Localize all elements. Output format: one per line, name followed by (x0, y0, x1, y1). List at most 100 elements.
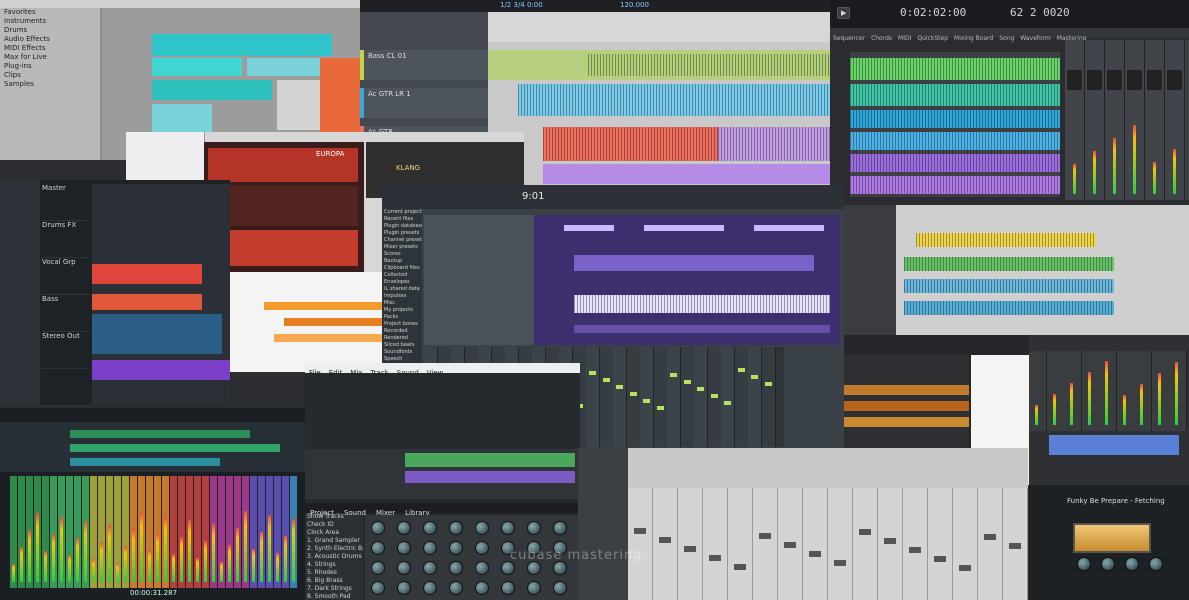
logic-channel-strip[interactable] (803, 488, 828, 600)
channel-knob[interactable] (475, 561, 489, 575)
logic-tab[interactable]: QuickStep (917, 34, 948, 43)
cubase-channel[interactable] (90, 476, 98, 588)
fl-browser-item[interactable]: Plugin presets (382, 230, 422, 237)
cubase-mixer-strips[interactable] (10, 476, 305, 588)
reaper-track-strip[interactable] (1029, 351, 1047, 431)
track-header[interactable]: Ac GTR LR 1 (360, 88, 488, 118)
channel-knob[interactable] (423, 561, 437, 575)
cubase-channel[interactable] (146, 476, 154, 588)
fl-mixer-insert[interactable] (613, 347, 627, 447)
channel-knob[interactable] (397, 541, 411, 555)
cubase-channel[interactable] (18, 476, 26, 588)
menu-item[interactable]: Mix (350, 369, 362, 378)
menu-item[interactable]: Edit (329, 369, 343, 378)
logic-channel-strip[interactable] (878, 488, 903, 600)
menu-item[interactable]: File (309, 369, 321, 378)
cubase-track[interactable]: Vocal Grp (42, 258, 90, 295)
fl-mixer-insert[interactable] (707, 347, 722, 447)
fl-browser-item[interactable]: Backup (382, 258, 422, 265)
cubase-channel[interactable] (122, 476, 130, 588)
channel-knob[interactable] (371, 521, 385, 535)
reaper-track-strip[interactable] (1134, 351, 1152, 431)
mixcraft-track[interactable]: 4. Strings (305, 561, 363, 569)
cubase-channel[interactable] (34, 476, 42, 588)
browser-item[interactable]: MIDI Effects (0, 44, 100, 53)
cubase-channel[interactable] (58, 476, 66, 588)
reaper-track-strip[interactable] (1046, 351, 1065, 431)
fl-browser-item[interactable]: Rendered (382, 335, 422, 342)
browser-item[interactable]: Max for Live (0, 53, 100, 62)
cubase-channel[interactable] (98, 476, 106, 588)
fl-browser-item[interactable]: Misc (382, 300, 422, 307)
mixcraft-track[interactable]: Clock Area (305, 529, 363, 537)
cubase-channel[interactable] (258, 476, 266, 588)
fader-handle[interactable] (697, 387, 704, 391)
logic-channel-strip[interactable] (903, 488, 928, 600)
fader-handle[interactable] (710, 394, 718, 398)
fader-handle[interactable] (656, 406, 664, 410)
logic-channel-strip[interactable] (728, 488, 753, 600)
fl-browser-item[interactable]: Mixer presets (382, 244, 422, 251)
cubase-channel[interactable] (66, 476, 74, 588)
reaper-track-strip[interactable] (1116, 351, 1135, 431)
mixcraft-track[interactable]: 7. Dark Strings (305, 585, 363, 593)
cubase-channel[interactable] (218, 476, 226, 588)
cubase-channel[interactable] (242, 476, 250, 588)
fl-mixer-insert[interactable] (640, 347, 654, 447)
logic-channel-strip[interactable] (828, 488, 853, 600)
gain-knob[interactable] (1077, 557, 1091, 571)
studio-one-arrange[interactable] (488, 12, 830, 185)
channel-knob[interactable] (475, 581, 489, 595)
fader-handle[interactable] (670, 373, 677, 377)
channel-knob[interactable] (371, 581, 385, 595)
reaper-track-strip[interactable] (1169, 351, 1187, 431)
logic-channel-strip[interactable] (778, 488, 803, 600)
fl-browser-item[interactable]: Envelopes (382, 279, 422, 286)
logic-arrange[interactable] (850, 52, 1060, 197)
mixcraft-track[interactable]: 8. Smooth Pad (305, 593, 363, 600)
cubase-project[interactable] (92, 184, 230, 405)
fader-handle[interactable] (759, 533, 771, 539)
cubase-channel[interactable] (210, 476, 218, 588)
channel-knob[interactable] (475, 521, 489, 535)
mixcraft-track[interactable]: 3. Acoustic Drums (305, 553, 363, 561)
gb-arrange[interactable] (305, 449, 580, 499)
channel-knob[interactable] (371, 561, 385, 575)
browser-item[interactable]: Samples (0, 80, 100, 89)
mixcraft-track[interactable]: 1. Grand Sampler (305, 537, 363, 545)
fader-handle[interactable] (934, 556, 946, 562)
fader-handle[interactable] (734, 564, 746, 570)
cubase-channel[interactable] (290, 476, 298, 588)
logic-channel-strip[interactable] (1003, 488, 1028, 600)
fl-piano-roll[interactable] (534, 215, 840, 345)
fader-handle[interactable] (683, 380, 691, 384)
fl-browser-item[interactable]: Recent files (382, 216, 422, 223)
fader-handle[interactable] (834, 560, 846, 566)
logic-channel-strip[interactable] (628, 488, 653, 600)
logic-channel-strip[interactable] (978, 488, 1003, 600)
fader-handle[interactable] (659, 537, 671, 543)
cubase-channel[interactable] (154, 476, 162, 588)
mixcraft-track[interactable]: 5. Rhodes (305, 569, 363, 577)
mixcraft-track[interactable]: Check ID (305, 521, 363, 529)
fl-browser-item[interactable]: Channel presets (382, 237, 422, 244)
play-button[interactable]: ▶ (837, 7, 851, 19)
cubase-channel[interactable] (74, 476, 82, 588)
channel-knob[interactable] (501, 521, 515, 535)
fader-handle[interactable] (737, 368, 745, 372)
cubase-channel[interactable] (170, 476, 178, 588)
channel-knob[interactable] (475, 541, 489, 555)
cubase-channel[interactable] (162, 476, 170, 588)
browser-item[interactable]: Audio Effects (0, 35, 100, 44)
cubase-channel[interactable] (186, 476, 194, 588)
mixer-channel-strip[interactable] (1085, 40, 1105, 200)
fl-browser-item[interactable]: Scores (382, 251, 422, 258)
cubase-track[interactable]: Stereo Out (42, 332, 90, 369)
cubase-channel[interactable] (42, 476, 50, 588)
logic-channel-strip[interactable] (653, 488, 678, 600)
fl-mixer-insert[interactable] (680, 347, 695, 447)
logic-tab[interactable]: Mixing Board (954, 34, 993, 43)
reaper-track-strip[interactable] (1151, 351, 1170, 431)
fader-handle[interactable] (859, 529, 871, 535)
mixer-channel-strip[interactable] (1165, 40, 1185, 200)
